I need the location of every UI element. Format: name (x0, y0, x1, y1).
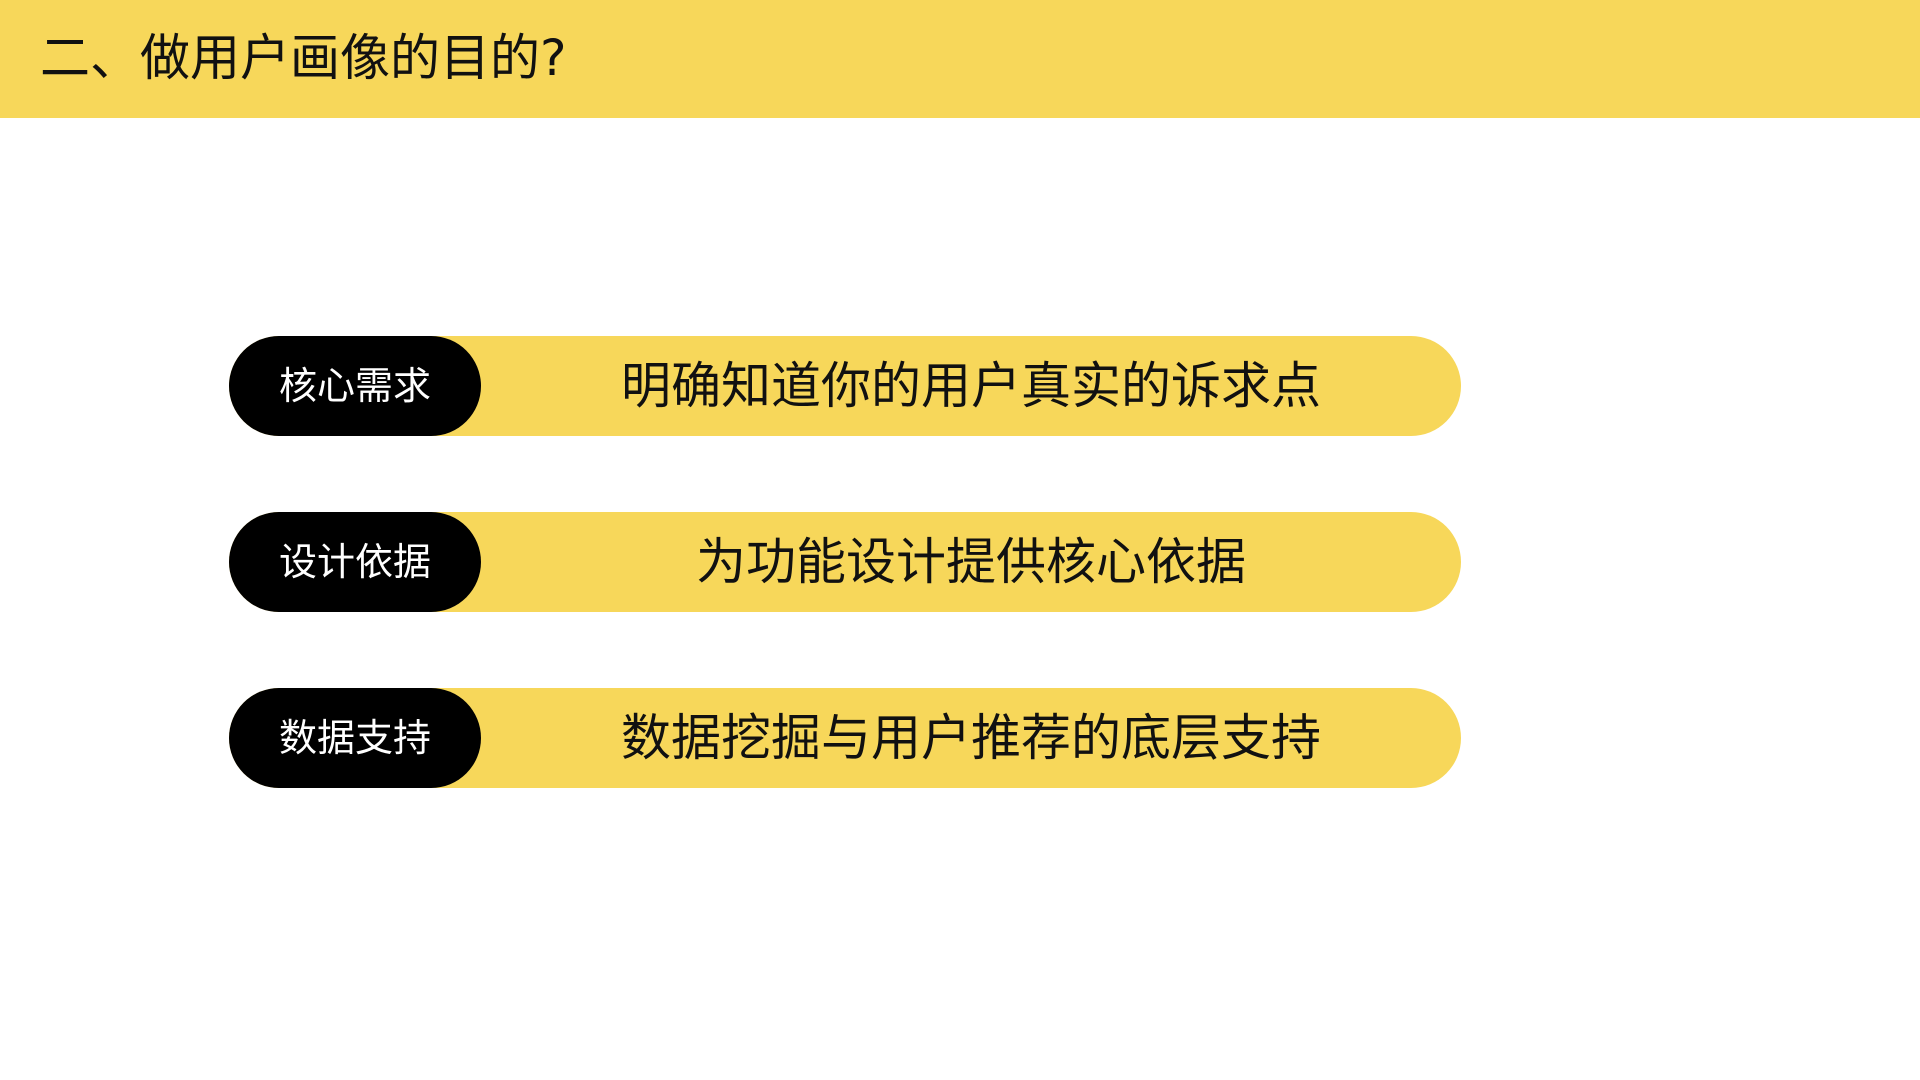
purpose-item-core-needs: 核心需求 明确知道你的用户真实的诉求点 (229, 336, 1461, 436)
header-bar: 二、做用户画像的目的? (0, 0, 1920, 118)
purpose-item-description-text: 数据挖掘与用户推荐的底层支持 (621, 709, 1321, 767)
purpose-item-description: 数据挖掘与用户推荐的底层支持 (481, 688, 1461, 788)
purpose-item-tag: 数据支持 (229, 688, 481, 788)
purpose-item-description: 为功能设计提供核心依据 (481, 512, 1461, 612)
slide: 二、做用户画像的目的? 核心需求 明确知道你的用户真实的诉求点 设计依据 为功能… (0, 0, 1920, 1080)
purpose-item-tag: 设计依据 (229, 512, 481, 612)
purpose-item-tag-label: 核心需求 (278, 364, 431, 408)
page-title: 二、做用户画像的目的? (40, 29, 567, 87)
purpose-item-data-support: 数据支持 数据挖掘与用户推荐的底层支持 (229, 688, 1461, 788)
purpose-item-tag-label: 数据支持 (278, 716, 431, 760)
purpose-item-description-text: 为功能设计提供核心依据 (696, 533, 1246, 591)
purpose-item-description: 明确知道你的用户真实的诉求点 (481, 336, 1461, 436)
purpose-item-tag-label: 设计依据 (278, 540, 431, 584)
purpose-item-tag: 核心需求 (229, 336, 481, 436)
purpose-item-design-basis: 设计依据 为功能设计提供核心依据 (229, 512, 1461, 612)
purpose-item-description-text: 明确知道你的用户真实的诉求点 (621, 357, 1321, 415)
